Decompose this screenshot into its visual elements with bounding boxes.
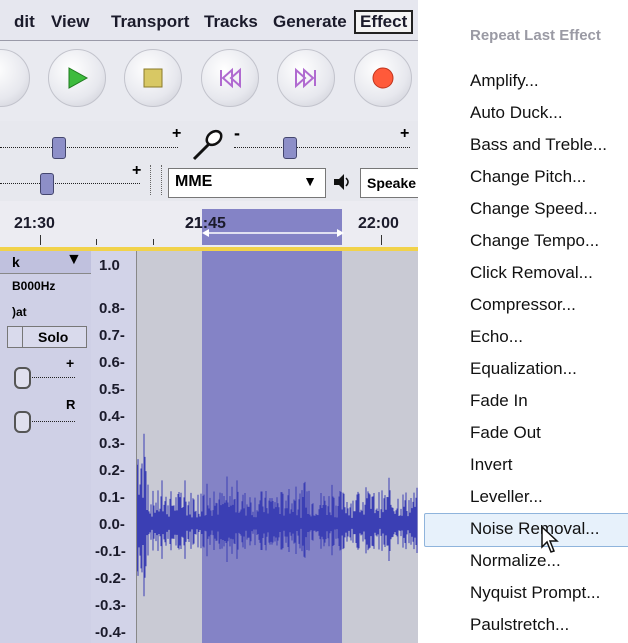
recording-volume-slider[interactable] (52, 137, 66, 159)
gain-plus-label: + (66, 355, 75, 371)
mute-solo-group: Solo (7, 326, 87, 348)
pan-slider[interactable] (14, 411, 31, 433)
amplitude-label: 0.4- (99, 408, 125, 425)
major-tick (40, 235, 41, 245)
mouse-cursor-icon (541, 525, 559, 553)
effect-menu-item[interactable]: Change Tempo... (470, 231, 599, 251)
mute-button[interactable] (8, 327, 23, 347)
amplitude-label: 0.5- (99, 381, 125, 398)
amplitude-label: -0.3- (95, 597, 126, 614)
playback-minus-label: - (234, 123, 240, 143)
play-button[interactable] (48, 49, 106, 107)
amplitude-label: 0.8- (99, 300, 125, 317)
menu-view[interactable]: View (51, 12, 89, 32)
pan-right-label: R (66, 397, 76, 412)
speed-slider[interactable] (40, 173, 54, 195)
menu-generate[interactable]: Generate (273, 12, 347, 32)
major-tick (381, 235, 382, 245)
amplitude-label: 0.7- (99, 327, 125, 344)
playback-volume-track (234, 147, 410, 148)
effect-menu-item[interactable]: Noise Removal... (470, 519, 599, 539)
recording-plus-label: + (172, 125, 182, 142)
effect-menu-item[interactable]: Paulstretch... (470, 615, 569, 635)
selection-range-arrow-icon (202, 229, 344, 237)
speaker-icon (334, 174, 349, 190)
timeline-ruler[interactable]: 21:30 21:45 22:00 21:45 (0, 201, 418, 251)
effect-menu-item[interactable]: Bass and Treble... (470, 135, 607, 155)
menu-edit[interactable]: dit (14, 12, 35, 32)
record-icon (372, 67, 394, 89)
chevron-down-icon: ▼ (66, 251, 82, 268)
gain-slider[interactable] (14, 367, 31, 389)
record-button[interactable] (354, 49, 412, 107)
amplitude-label: 0.0- (99, 516, 125, 533)
time-label: 22:00 (358, 215, 399, 232)
menu-bar: dit View Transport Tracks Generate Effec… (0, 0, 418, 41)
waveform (137, 433, 418, 597)
skip-start-icon (220, 67, 241, 89)
minor-tick (153, 239, 154, 245)
skip-start-button[interactable] (201, 49, 259, 107)
skip-end-button[interactable] (277, 49, 335, 107)
amplitude-label: 1.0 (99, 257, 120, 274)
track-name-button[interactable]: k ▼ (0, 251, 91, 274)
speed-track (0, 183, 140, 184)
playback-volume-slider[interactable] (283, 137, 297, 159)
effect-menu-item[interactable]: Click Removal... (470, 263, 593, 283)
stop-icon (143, 68, 163, 88)
effect-menu-item[interactable]: Change Speed... (470, 199, 598, 219)
track-rate: B000Hz (12, 279, 56, 293)
output-device-select[interactable]: Speake (360, 168, 418, 198)
output-device-value: Speake (367, 175, 417, 191)
amplitude-label: -0.4- (95, 624, 126, 641)
effect-menu: Repeat Last Effect Amplify... Auto Duck..… (418, 0, 628, 643)
amplitude-ruler: 1.0 0.8- 0.7- 0.6- 0.5- 0.4- 0.3- 0.2- 0… (91, 251, 137, 643)
meter-toolbar: + - + + MME ▼ Speake (0, 121, 418, 202)
time-label: 21:30 (14, 215, 55, 232)
waveform-path (137, 433, 418, 597)
effect-menu-item[interactable]: Equalization... (470, 359, 577, 379)
track-control-panel: k ▼ B000Hz )at Solo + R (0, 251, 92, 643)
recording-volume-track (0, 147, 178, 148)
effect-menu-item[interactable]: Fade Out (470, 423, 541, 443)
stop-button[interactable] (124, 49, 182, 107)
menu-effect[interactable]: Effect (354, 10, 414, 34)
amplitude-label: 0.3- (99, 435, 125, 452)
effect-menu-item[interactable]: Auto Duck... (470, 103, 563, 123)
speed-plus-label: + (132, 162, 142, 179)
amplitude-label: 0.1- (99, 489, 125, 506)
effect-menu-item[interactable]: Echo... (470, 327, 523, 347)
playback-plus-label: + (400, 125, 410, 142)
menu-transport[interactable]: Transport (111, 12, 189, 32)
track-format: )at (12, 305, 27, 319)
effect-menu-item[interactable]: Compressor... (470, 295, 576, 315)
audacity-window: dit View Transport Tracks Generate Effec… (0, 0, 418, 643)
waveform-area[interactable] (137, 251, 418, 643)
amplitude-label: -0.2- (95, 570, 126, 587)
amplitude-label: 0.2- (99, 462, 125, 479)
repeat-last-effect-item: Repeat Last Effect (470, 27, 601, 44)
chevron-down-icon: ▼ (303, 173, 317, 189)
minor-tick (96, 239, 97, 245)
menu-tracks[interactable]: Tracks (204, 12, 258, 32)
skip-end-icon (295, 67, 316, 89)
play-icon (68, 67, 89, 89)
toolbar-grip[interactable] (150, 165, 162, 195)
skip-back-button[interactable] (0, 49, 30, 107)
host-select[interactable]: MME ▼ (168, 168, 326, 198)
host-select-value: MME (175, 173, 213, 190)
solo-button[interactable]: Solo (38, 329, 68, 345)
effect-menu-item[interactable]: Fade In (470, 391, 528, 411)
effect-menu-item[interactable]: Leveller... (470, 487, 543, 507)
amplitude-label: -0.1- (95, 543, 126, 560)
effect-menu-item[interactable]: Amplify... (470, 71, 539, 91)
effect-menu-item[interactable]: Change Pitch... (470, 167, 586, 187)
effect-menu-item[interactable]: Nyquist Prompt... (470, 583, 600, 603)
effect-menu-item[interactable]: Invert (470, 455, 513, 475)
amplitude-label: 0.6- (99, 354, 125, 371)
microphone-icon (192, 129, 223, 161)
transport-toolbar (0, 41, 418, 122)
track-name: k (12, 254, 20, 270)
